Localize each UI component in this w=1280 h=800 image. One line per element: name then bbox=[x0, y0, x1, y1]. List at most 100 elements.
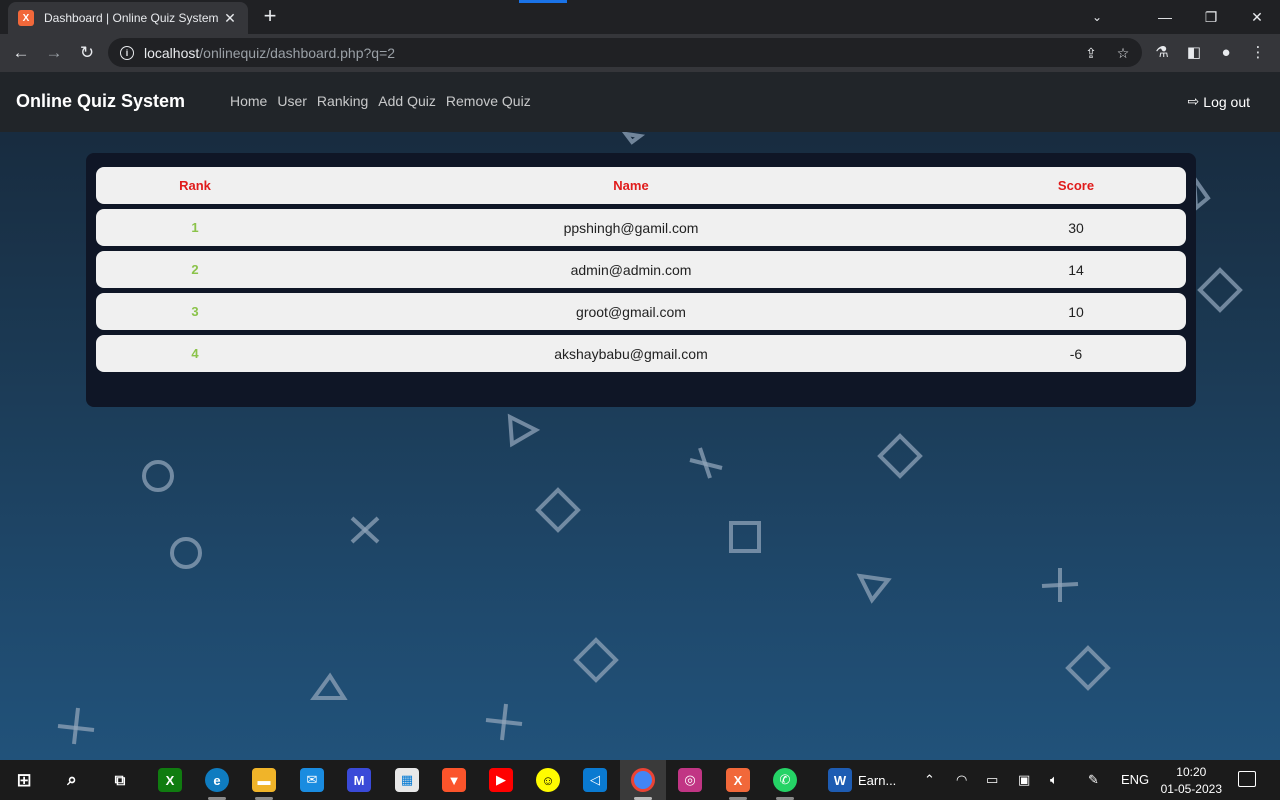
bg-cross-5 bbox=[485, 703, 523, 741]
name-header: Name bbox=[613, 178, 649, 193]
bg-triangle-4 bbox=[1191, 170, 1211, 213]
share-icon[interactable]: ⇪ bbox=[1082, 44, 1100, 62]
url-text[interactable]: localhost/onlinequiz/dashboard.php?q=2 bbox=[144, 45, 395, 61]
system-clock[interactable]: 10:20 01-05-2023 bbox=[1161, 764, 1222, 798]
xbox-icon[interactable]: X bbox=[158, 768, 182, 792]
address-bar[interactable]: i localhost/onlinequiz/dashboard.php?q=2… bbox=[108, 38, 1142, 67]
rank-header: Rank bbox=[179, 178, 211, 193]
score-cell: -6 bbox=[1069, 346, 1083, 362]
menu-kebab-icon[interactable]: ⋮ bbox=[1248, 42, 1268, 62]
name-cell: ppshingh@gamil.com bbox=[563, 220, 699, 236]
wifi-icon[interactable]: ◠ bbox=[956, 772, 967, 788]
bg-cross-2 bbox=[689, 447, 723, 479]
vscode-icon[interactable]: ◁ bbox=[583, 768, 607, 792]
bg-diamond-2 bbox=[877, 433, 923, 479]
side-panel-icon[interactable]: ◧ bbox=[1184, 42, 1204, 62]
bg-diamond-4 bbox=[1065, 645, 1111, 691]
ranking-panel: Rank Name Score 1 ppshingh@gamil.com 30 … bbox=[86, 153, 1196, 407]
bg-triangle-5 bbox=[621, 131, 646, 145]
score-cell: 10 bbox=[1068, 304, 1084, 320]
nav-remove-quiz[interactable]: Remove Quiz bbox=[446, 93, 531, 109]
site-info-icon[interactable]: i bbox=[120, 45, 134, 60]
bg-circle-2 bbox=[170, 537, 202, 569]
reload-button[interactable]: ↻ bbox=[74, 40, 100, 66]
instagram-icon[interactable]: ◎ bbox=[678, 768, 702, 792]
chrome-dev-icon[interactable] bbox=[631, 768, 655, 792]
bg-cross-3 bbox=[1041, 568, 1079, 602]
task-view-icon[interactable]: ⧉ bbox=[108, 768, 132, 792]
name-cell: admin@admin.com bbox=[570, 262, 692, 278]
score-cell: 30 bbox=[1068, 220, 1084, 236]
bg-triangle-3 bbox=[310, 672, 348, 700]
rank-cell: 2 bbox=[191, 262, 199, 277]
whatsapp-icon[interactable]: ✆ bbox=[773, 768, 797, 792]
rank-cell: 3 bbox=[191, 304, 199, 319]
windows-start-icon[interactable]: ⊞ bbox=[12, 768, 36, 792]
bg-circle-1 bbox=[142, 460, 174, 492]
url-path: /onlinequiz/dashboard.php?q=2 bbox=[199, 44, 396, 61]
xampp-icon[interactable]: X bbox=[726, 768, 750, 792]
tab-search-icon[interactable]: ⌄ bbox=[1074, 0, 1120, 34]
profile-icon[interactable]: ● bbox=[1216, 42, 1236, 62]
table-row: 3 groot@gmail.com 10 bbox=[96, 293, 1186, 330]
clock-time: 10:20 bbox=[1176, 765, 1207, 779]
bg-diamond-1 bbox=[535, 487, 581, 533]
pen-icon[interactable]: ✎ bbox=[1088, 772, 1099, 788]
bg-diamond-5 bbox=[1197, 267, 1243, 313]
minimize-button[interactable]: — bbox=[1142, 0, 1188, 34]
restore-button[interactable]: ❐ bbox=[1188, 0, 1234, 34]
ranking-header-row: Rank Name Score bbox=[96, 167, 1186, 204]
back-button[interactable]: ← bbox=[8, 40, 34, 66]
table-row: 1 ppshingh@gamil.com 30 bbox=[96, 209, 1186, 246]
youtube-icon[interactable]: ▶ bbox=[489, 768, 513, 792]
bg-triangle-2 bbox=[856, 573, 892, 604]
brave-icon[interactable]: ▼ bbox=[442, 768, 466, 792]
windows-taskbar: ⊞ ⌕ ⧉ X e ▬ ✉ M ▦ ▼ ▶ ☺ ◁ ◎ X ✆ W Earn..… bbox=[0, 760, 1280, 800]
sign-out-icon: ⇨ bbox=[1187, 93, 1200, 109]
logout-button[interactable]: ⇨ Log out bbox=[1188, 93, 1250, 110]
xampp-favicon-icon: X bbox=[18, 10, 34, 26]
nav-user[interactable]: User bbox=[277, 93, 307, 109]
notification-icon[interactable] bbox=[1238, 771, 1256, 787]
edge-icon[interactable]: e bbox=[205, 768, 229, 792]
brand-title[interactable]: Online Quiz System bbox=[16, 91, 185, 112]
score-cell: 14 bbox=[1068, 262, 1084, 278]
top-navbar: Online Quiz System Home User Ranking Add… bbox=[0, 72, 1280, 132]
volume-icon[interactable]: 🔈︎ bbox=[1050, 772, 1058, 788]
name-cell: akshaybabu@gmail.com bbox=[554, 346, 708, 362]
tray-chevron-icon[interactable]: ⌃ bbox=[924, 772, 935, 788]
nav-home[interactable]: Home bbox=[230, 93, 267, 109]
rank-cell: 4 bbox=[191, 346, 199, 361]
search-icon[interactable]: ⌕ bbox=[60, 768, 84, 792]
mail-icon[interactable]: ✉ bbox=[300, 768, 324, 792]
word-app-label[interactable]: Earn... bbox=[858, 773, 896, 788]
browser-tab[interactable]: X Dashboard | Online Quiz System ✕ bbox=[8, 2, 248, 34]
word-document-icon[interactable]: W bbox=[828, 768, 852, 792]
display-icon[interactable]: ▣ bbox=[1018, 772, 1030, 788]
table-row: 4 akshaybabu@gmail.com -6 bbox=[96, 335, 1186, 372]
tab-title: Dashboard | Online Quiz System bbox=[44, 11, 219, 25]
extension-flask-icon[interactable]: ⚗ bbox=[1152, 42, 1172, 62]
battery-icon[interactable]: ▭ bbox=[986, 772, 998, 788]
browser-tab-bar: X Dashboard | Online Quiz System ✕ + ⌄ —… bbox=[0, 0, 1280, 34]
snapchat-icon[interactable]: ☺ bbox=[536, 768, 560, 792]
new-tab-button[interactable]: + bbox=[258, 5, 282, 29]
name-cell: groot@gmail.com bbox=[576, 304, 686, 320]
app-icon[interactable]: M bbox=[347, 768, 371, 792]
page-viewport: Online Quiz System Home User Ranking Add… bbox=[0, 72, 1280, 760]
forward-button[interactable]: → bbox=[41, 40, 67, 66]
tab-close-icon[interactable]: ✕ bbox=[222, 10, 238, 27]
file-explorer-icon[interactable]: ▬ bbox=[252, 768, 276, 792]
url-host: localhost bbox=[144, 44, 200, 61]
browser-toolbar: ← → ↻ i localhost/onlinequiz/dashboard.p… bbox=[0, 34, 1280, 72]
score-header: Score bbox=[1057, 178, 1095, 193]
microsoft-store-icon[interactable]: ▦ bbox=[395, 768, 419, 792]
close-window-button[interactable]: ✕ bbox=[1234, 0, 1280, 34]
nav-ranking[interactable]: Ranking bbox=[317, 93, 368, 109]
bookmark-star-icon[interactable]: ☆ bbox=[1114, 44, 1132, 62]
window-controls: ⌄ — ❐ ✕ bbox=[1074, 0, 1280, 34]
tab-accent bbox=[519, 0, 567, 3]
language-indicator[interactable]: ENG bbox=[1121, 772, 1149, 787]
logout-label: Log out bbox=[1203, 93, 1250, 110]
nav-add-quiz[interactable]: Add Quiz bbox=[378, 93, 436, 109]
